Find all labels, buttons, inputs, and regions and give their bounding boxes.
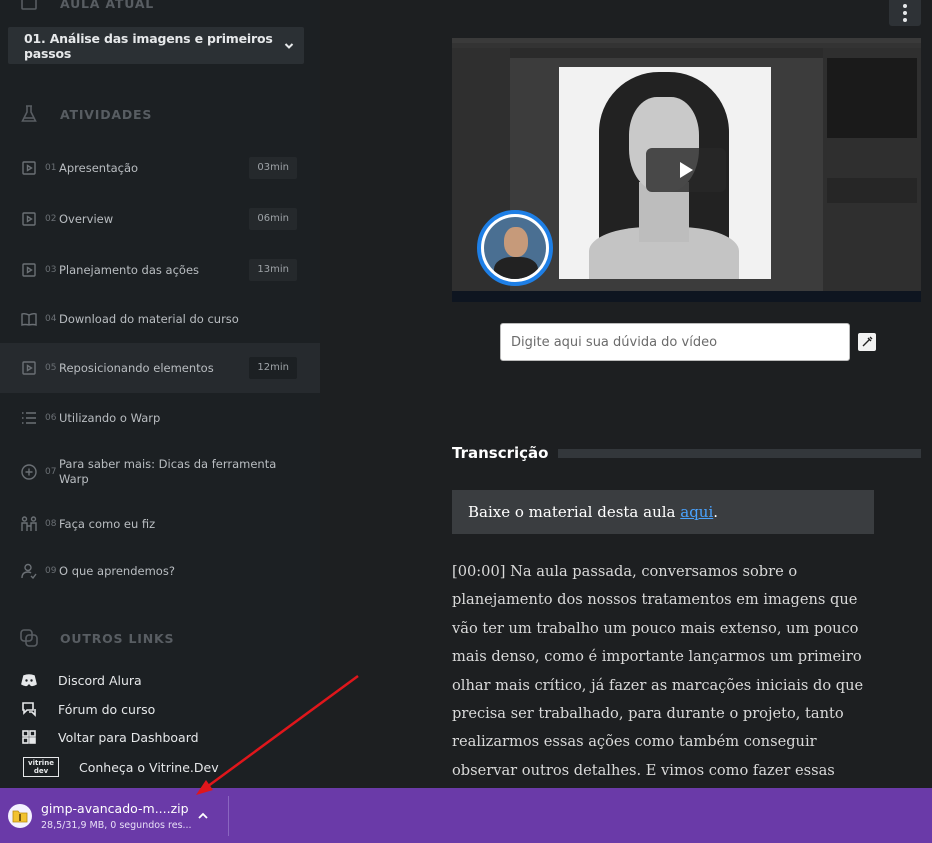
current-lesson-title: 01. Análise das imagens e primeiros pass… [24, 30, 273, 61]
transcript-text: [00:00] Na aula passada, conversamos sob… [452, 563, 864, 807]
material-suffix: . [713, 503, 719, 521]
activity-number: 06 [45, 413, 57, 423]
download-bar: gimp-avancado-m....zip 28,5/31,9 MB, 0 s… [0, 788, 932, 843]
activity-item[interactable]: 03 Planejamento das ações 13min [0, 245, 320, 295]
dot-icon [903, 18, 907, 22]
activity-number: 05 [45, 363, 57, 373]
play-button[interactable] [646, 148, 726, 192]
download-status: 28,5/31,9 MB, 0 segundos res... [41, 819, 192, 831]
vitrine-dev-logo: vitrine dev [23, 757, 59, 777]
activity-label: Download do material do curso [59, 311, 239, 326]
video-icon [20, 261, 38, 279]
activity-item[interactable]: 01 Apresentação 03min [0, 143, 320, 193]
chevron-down-icon [284, 42, 294, 49]
other-links-header: OUTROS LINKS [20, 629, 174, 647]
more-options-button[interactable] [889, 0, 921, 26]
video-frame-taskbar [452, 291, 921, 302]
lesson-icon [20, 0, 38, 12]
people-icon [20, 515, 38, 533]
download-filename: gimp-avancado-m....zip [41, 800, 189, 816]
flask-icon [20, 105, 38, 123]
download-item[interactable]: gimp-avancado-m....zip 28,5/31,9 MB, 0 s… [0, 788, 228, 843]
video-frame-histogram [827, 58, 917, 138]
activity-number: 04 [45, 314, 57, 324]
list-icon [20, 409, 38, 427]
activity-number: 01 [45, 163, 57, 173]
link-vitrine-label: Conheça o Vitrine.Dev [79, 759, 219, 775]
activity-item[interactable]: 04 Download do material do curso [0, 294, 320, 344]
activity-label: Planejamento das ações [59, 262, 200, 277]
material-text: Baixe o material desta aula [468, 503, 681, 521]
dot-icon [903, 11, 907, 15]
links-icon [20, 629, 38, 647]
heading-rule [558, 448, 921, 458]
plus-circle-icon [20, 463, 38, 481]
person-check-icon [20, 562, 38, 580]
divider [228, 796, 229, 836]
activity-item[interactable]: 08 Faça como eu fiz [0, 499, 320, 549]
forum-icon [20, 701, 38, 717]
activity-label: Utilizando o Warp [59, 410, 161, 425]
link-forum-label: Fórum do curso [58, 701, 156, 717]
video-icon [20, 359, 38, 377]
activity-number: 09 [45, 566, 57, 576]
sidebar: AULA ATUAL 01. Análise das imagens e pri… [0, 0, 320, 788]
activity-item[interactable]: 06 Utilizando o Warp [0, 393, 320, 443]
activity-duration: 12min [249, 357, 297, 379]
discord-icon [20, 672, 38, 688]
activity-item[interactable]: 09 O que aprendemos? [0, 546, 320, 596]
link-dashboard-label: Voltar para Dashboard [58, 729, 199, 745]
question-input[interactable] [500, 323, 850, 361]
activities-header: ATIVIDADES [20, 105, 152, 123]
instructor-avatar [477, 210, 553, 286]
activity-number: 07 [45, 467, 57, 477]
video-frame-layers [827, 178, 917, 203]
activity-duration: 06min [249, 208, 297, 230]
activity-label: Para saber mais: Dicas da ferramenta War… [59, 457, 277, 486]
play-icon [680, 162, 693, 178]
activity-item[interactable]: 05 Reposicionando elementos 12min [0, 343, 320, 393]
dot-icon [903, 4, 907, 8]
material-box: Baixe o material desta aula aqui. [452, 490, 874, 534]
activity-number: 03 [45, 265, 57, 275]
zip-folder-icon [8, 803, 32, 828]
activity-duration: 13min [249, 259, 297, 281]
activity-label: Faça como eu fiz [59, 516, 156, 531]
book-icon [20, 310, 38, 328]
chevron-up-icon[interactable] [196, 808, 210, 827]
video-player[interactable] [452, 38, 921, 302]
current-lesson-dropdown[interactable]: 01. Análise das imagens e primeiros pass… [8, 27, 304, 64]
video-icon [20, 159, 38, 177]
material-link[interactable]: aqui [680, 503, 713, 521]
video-icon [20, 210, 38, 228]
link-vitrine[interactable]: vitrine dev Conheça o Vitrine.Dev [23, 757, 219, 777]
link-discord[interactable]: Discord Alura [20, 672, 142, 688]
link-discord-label: Discord Alura [58, 672, 142, 688]
pen-icon[interactable] [858, 333, 876, 351]
transcription-title: Transcrição [452, 444, 549, 462]
link-forum[interactable]: Fórum do curso [20, 701, 155, 717]
activity-label: O que aprendemos? [59, 563, 175, 578]
activity-duration: 03min [249, 157, 297, 179]
activity-label: Overview [59, 211, 114, 226]
transcription-heading: Transcrição [452, 444, 921, 462]
activity-item[interactable]: 02 Overview 06min [0, 194, 320, 244]
dashboard-icon [20, 729, 38, 745]
activity-number: 08 [45, 519, 57, 529]
activity-item[interactable]: 07 Para saber mais: Dicas da ferramenta W… [0, 445, 320, 499]
activity-label: Reposicionando elementos [59, 360, 214, 375]
current-lesson-header: AULA ATUAL [20, 0, 154, 12]
link-dashboard[interactable]: Voltar para Dashboard [20, 729, 199, 745]
activity-number: 02 [45, 214, 57, 224]
activity-label: Apresentação [59, 160, 139, 175]
